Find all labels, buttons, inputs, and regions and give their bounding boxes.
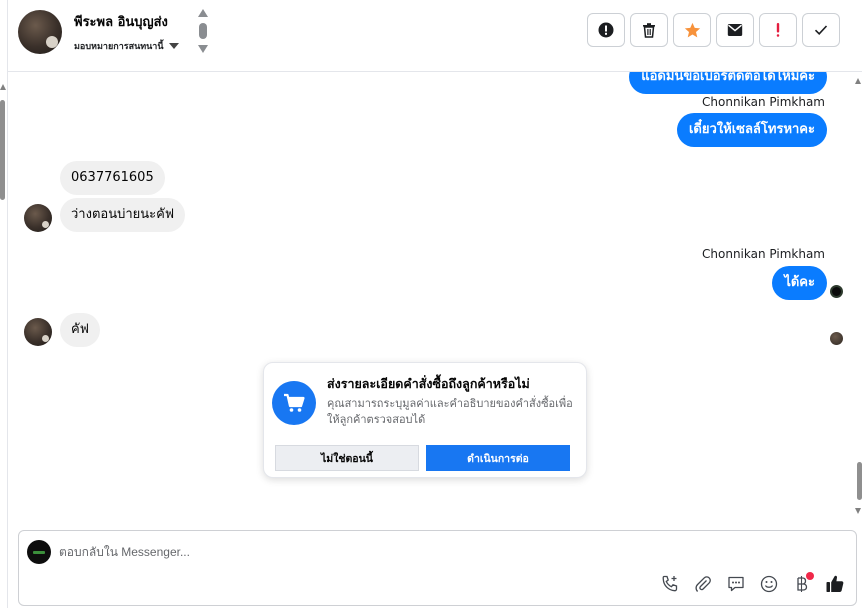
- message-composer: [18, 530, 857, 606]
- scroll-up-arrow-icon[interactable]: [855, 78, 861, 84]
- trash-icon: [643, 23, 655, 38]
- scroll-thumb[interactable]: [199, 23, 207, 39]
- mark-unread-button[interactable]: [716, 13, 754, 47]
- delete-button[interactable]: [630, 13, 668, 47]
- scroll-up-arrow-icon[interactable]: [0, 84, 6, 90]
- left-scrollbar[interactable]: [0, 72, 8, 608]
- emoji-icon[interactable]: [758, 573, 780, 595]
- outgoing-message[interactable]: แอดมินขอเบอร์ติดต่อได้ไหมคะ: [629, 72, 827, 94]
- scroll-down-icon[interactable]: [198, 45, 208, 53]
- conversation-header: พีระพล อินบุญส่ง มอบหมายการสนทนานี้: [8, 0, 862, 72]
- contact-avatar-small[interactable]: [24, 318, 52, 346]
- conversation-actions: [587, 13, 840, 47]
- outgoing-message[interactable]: ได้คะ: [772, 266, 827, 300]
- order-details-prompt: ส่งรายละเอียดคำสั่งซื้อถึงลูกค้าหรือไม่ …: [263, 362, 587, 478]
- star-button[interactable]: [673, 13, 711, 47]
- assign-label: มอบหมายการสนทนานี้: [74, 42, 164, 52]
- prompt-description: คุณสามารถระบุมูลค่าและคำอธิบายของคำสั่งซ…: [327, 397, 573, 426]
- scrollbar-thumb[interactable]: [0, 100, 5, 200]
- saved-reply-icon[interactable]: [725, 573, 747, 595]
- right-scrollbar[interactable]: [854, 72, 862, 528]
- check-icon: [814, 25, 828, 35]
- mark-done-button[interactable]: [802, 13, 840, 47]
- mark-spam-button[interactable]: [587, 13, 625, 47]
- composer-toolbar: [659, 572, 846, 595]
- assign-conversation-dropdown[interactable]: มอบหมายการสนทนานี้: [74, 39, 179, 53]
- outgoing-message[interactable]: เดี๋ยวให้เซลล์โทรหาคะ: [676, 113, 827, 147]
- prompt-title: ส่งรายละเอียดคำสั่งซื้อถึงลูกค้าหรือไม่: [327, 376, 530, 391]
- exclamation-icon: [776, 23, 780, 37]
- scroll-down-arrow-icon[interactable]: [855, 508, 861, 514]
- caret-down-icon: [168, 43, 179, 49]
- page-avatar: [27, 540, 51, 564]
- paperclip-icon[interactable]: [692, 573, 714, 595]
- contact-name[interactable]: พีระพล อินบุญส่ง: [74, 11, 168, 32]
- scrollbar-thumb[interactable]: [857, 462, 862, 500]
- sender-name: Chonnikan Pimkham: [702, 95, 825, 109]
- envelope-icon: [727, 24, 743, 36]
- phone-add-icon[interactable]: [659, 573, 681, 595]
- continue-button[interactable]: ดำเนินการต่อ: [426, 445, 570, 471]
- incoming-message[interactable]: 0637761605: [60, 161, 165, 195]
- notification-dot: [806, 572, 814, 580]
- sender-name: Chonnikan Pimkham: [702, 247, 825, 261]
- seen-by-avatar: [830, 332, 843, 345]
- inbox-conversation-panel: พีระพล อินบุญส่ง มอบหมายการสนทนานี้ แอดม…: [0, 0, 862, 608]
- baht-payment-icon[interactable]: [791, 572, 814, 595]
- reply-input[interactable]: [59, 541, 819, 563]
- alert-circle-icon: [598, 22, 614, 38]
- read-receipt-avatar: [830, 285, 843, 298]
- shopping-cart-icon: [272, 381, 316, 425]
- follow-up-button[interactable]: [759, 13, 797, 47]
- incoming-message[interactable]: ว่างตอนบ่ายนะคัฟ: [60, 198, 186, 232]
- message-thread[interactable]: แอดมินขอเบอร์ติดต่อได้ไหมคะ Chonnikan Pi…: [8, 72, 854, 528]
- incoming-message[interactable]: คัฟ: [60, 313, 100, 347]
- not-now-button[interactable]: ไม่ใช่ตอนนี้: [275, 445, 419, 471]
- star-icon: [684, 22, 700, 37]
- contact-avatar[interactable]: [18, 10, 62, 54]
- scroll-up-icon[interactable]: [198, 9, 208, 17]
- like-icon[interactable]: [824, 573, 846, 595]
- contact-avatar-small[interactable]: [24, 204, 52, 232]
- header-scroll-control[interactable]: [198, 9, 208, 53]
